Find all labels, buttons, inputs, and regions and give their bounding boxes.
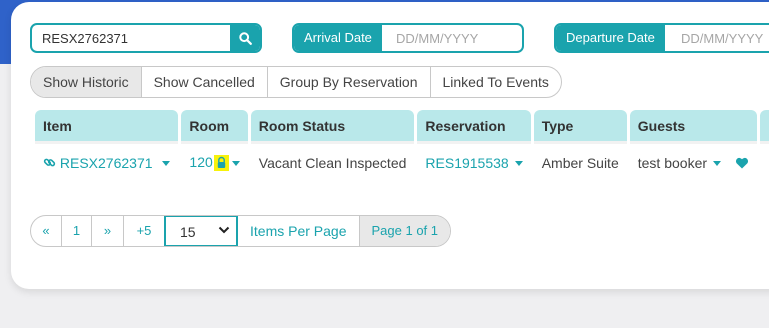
- column-header-type[interactable]: Type: [533, 110, 627, 141]
- show-historic-button[interactable]: Show Historic: [31, 67, 142, 97]
- plus-5-button[interactable]: +5: [124, 216, 164, 246]
- type-cell: Amber Suite: [533, 141, 627, 181]
- show-cancelled-button[interactable]: Show Cancelled: [142, 67, 268, 97]
- extra-cell: [759, 141, 769, 181]
- linked-to-events-button[interactable]: Linked To Events: [431, 67, 561, 97]
- link-icon: [43, 158, 56, 166]
- search-input[interactable]: [32, 25, 230, 51]
- bookings-table: Item Room Room Status Reservation Type G…: [32, 110, 769, 181]
- room-link[interactable]: 120: [189, 154, 212, 170]
- column-header-room[interactable]: Room: [181, 110, 248, 141]
- group-by-reservation-button[interactable]: Group By Reservation: [268, 67, 431, 97]
- room-dropdown-icon[interactable]: [231, 160, 240, 166]
- item-dropdown-icon[interactable]: [162, 161, 171, 167]
- first-page-button[interactable]: «: [31, 216, 62, 246]
- departure-date-label: Departure Date: [556, 25, 665, 51]
- room-cell: 120: [181, 141, 248, 181]
- column-header-extra: [759, 110, 769, 141]
- search-box: [30, 23, 262, 53]
- guests-cell: test booker: [629, 141, 757, 181]
- heart-icon[interactable]: [735, 157, 749, 169]
- pagination: « 1 » +5 15 Items Per Page Page 1 of 1: [30, 215, 451, 247]
- items-per-page-value: 15: [180, 224, 196, 240]
- column-header-item[interactable]: Item: [35, 110, 179, 141]
- table-row: RESX2762371 120 Vacant Clean Inspected R…: [35, 141, 769, 181]
- items-per-page-select[interactable]: 15: [164, 216, 238, 246]
- item-label: RESX2762371: [59, 154, 153, 171]
- departure-date-input[interactable]: [671, 25, 769, 51]
- arrival-date-group: Arrival Date: [292, 23, 524, 53]
- filter-button-group: Show Historic Show Cancelled Group By Re…: [30, 66, 562, 98]
- chevron-down-icon: [218, 226, 230, 234]
- guests-dropdown-icon[interactable]: [713, 161, 722, 167]
- column-header-guests[interactable]: Guests: [629, 110, 757, 141]
- search-icon: [238, 31, 252, 45]
- reservation-link[interactable]: RES1915538: [425, 155, 508, 171]
- lock-icon: [213, 155, 229, 172]
- reservation-dropdown-icon[interactable]: [514, 161, 523, 167]
- item-cell: RESX2762371: [35, 141, 179, 181]
- departure-date-group: Departure Date: [554, 23, 769, 53]
- arrival-date-input[interactable]: [386, 25, 522, 51]
- item-link[interactable]: RESX2762371: [43, 155, 156, 171]
- search-button[interactable]: [230, 25, 260, 51]
- items-per-page-label: Items Per Page: [238, 216, 360, 246]
- page-status: Page 1 of 1: [359, 216, 450, 246]
- page-1-button[interactable]: 1: [62, 216, 92, 246]
- column-header-room-status[interactable]: Room Status: [250, 110, 415, 141]
- room-status-cell: Vacant Clean Inspected: [250, 141, 415, 181]
- reservation-cell: RES1915538: [417, 141, 531, 181]
- next-page-button[interactable]: »: [92, 216, 124, 246]
- guest-name[interactable]: test booker: [638, 155, 707, 171]
- arrival-date-label: Arrival Date: [294, 25, 382, 51]
- column-header-reservation[interactable]: Reservation: [417, 110, 531, 141]
